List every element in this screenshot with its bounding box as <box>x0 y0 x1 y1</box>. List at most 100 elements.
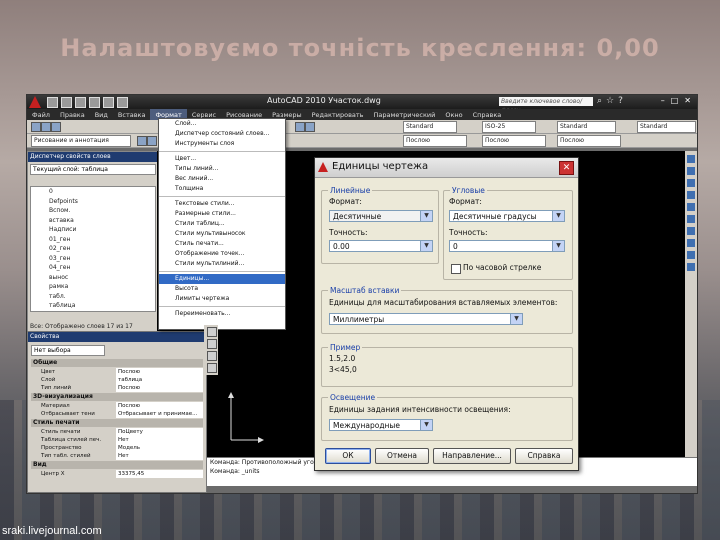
section-header[interactable]: Стиль печати <box>31 419 203 427</box>
menu-item-drawing-limits[interactable]: Лимиты чертежа <box>159 294 285 304</box>
layer-row[interactable]: 02_ген <box>31 244 155 254</box>
toolbar-icon[interactable] <box>207 339 217 349</box>
menu-window[interactable]: Окно <box>440 109 467 120</box>
layer-row[interactable]: табл. <box>31 292 155 302</box>
chevron-down-icon[interactable]: ▼ <box>420 241 432 251</box>
menu-item-layer-tools[interactable]: Инструменты слоя <box>159 139 285 149</box>
section-header[interactable]: Вид <box>31 461 203 469</box>
menu-item-point-style[interactable]: Отображение точек... <box>159 249 285 259</box>
toolbar-icon[interactable] <box>687 263 695 271</box>
open-icon[interactable] <box>61 97 72 108</box>
menu-item-rename[interactable]: Переименовать... <box>159 309 285 319</box>
property-row[interactable]: Отбрасывает тени Отбрасывает и принимае..… <box>31 410 203 418</box>
toolbar-icon[interactable] <box>207 327 217 337</box>
chevron-down-icon[interactable]: ▼ <box>510 314 522 324</box>
menu-item-mleader-styles[interactable]: Стили мультивыносок <box>159 229 285 239</box>
menu-item-thickness[interactable]: Толщина <box>159 184 285 194</box>
layer-row[interactable]: Defpoints <box>31 197 155 207</box>
toolbar-icon[interactable] <box>687 215 695 223</box>
plot-icon[interactable] <box>117 97 128 108</box>
text-style-select[interactable]: Standard <box>403 121 457 133</box>
redo-icon[interactable] <box>103 97 114 108</box>
star-icon[interactable]: ☆ <box>606 96 614 106</box>
search-input[interactable]: Введите ключевое слово/фразу <box>499 97 593 114</box>
chevron-down-icon[interactable]: ▼ <box>552 211 564 221</box>
menu-item-layer-states[interactable]: Диспетчер состояний слоев... <box>159 129 285 139</box>
lineweight-select[interactable]: Послою <box>557 135 621 147</box>
dialog-close-button[interactable]: ✕ <box>559 161 574 175</box>
layer-row[interactable]: 01_ген <box>31 235 155 245</box>
menu-item-plot-style[interactable]: Стиль печати... <box>159 239 285 249</box>
menu-item-color[interactable]: Цвет... <box>159 154 285 164</box>
layer-row[interactable]: 03_ген <box>31 254 155 264</box>
chevron-down-icon[interactable]: ▼ <box>552 241 564 251</box>
layer-row[interactable]: вынос <box>31 273 155 283</box>
angular-format-select[interactable]: Десятичные градусы ▼ <box>449 210 565 222</box>
menu-item-units[interactable]: Единицы... <box>159 274 285 284</box>
chevron-down-icon[interactable]: ▼ <box>420 420 432 430</box>
table-style-select[interactable]: Standard <box>557 121 616 133</box>
ok-button[interactable]: ОК <box>325 448 371 464</box>
section-header[interactable]: 3D-визуализация <box>31 393 203 401</box>
menu-item-lineweight[interactable]: Вес линий... <box>159 174 285 184</box>
autocad-logo-icon[interactable] <box>29 96 41 108</box>
section-header[interactable]: Общие <box>31 359 203 367</box>
undo-icon[interactable] <box>89 97 100 108</box>
menu-item-elevation[interactable]: Высота <box>159 284 285 294</box>
property-row[interactable]: Стиль печати ПоЦвету <box>31 428 203 436</box>
menu-item-dim-styles[interactable]: Размерные стили... <box>159 209 285 219</box>
menu-parametric[interactable]: Параметрический <box>369 109 441 120</box>
menu-edit[interactable]: Правка <box>55 109 90 120</box>
toolbar-icon[interactable] <box>687 203 695 211</box>
menu-item-table-styles[interactable]: Стили таблиц... <box>159 219 285 229</box>
cancel-button[interactable]: Отмена <box>375 448 429 464</box>
help-button[interactable]: Справка <box>515 448 573 464</box>
layer-row[interactable]: рамка <box>31 282 155 292</box>
insert-units-select[interactable]: Миллиметры ▼ <box>329 313 523 325</box>
property-row[interactable]: Пространство Модель <box>31 444 203 452</box>
toolbar-icon[interactable] <box>207 351 217 361</box>
toolbar-icon[interactable] <box>687 179 695 187</box>
toolbar-icon[interactable] <box>41 122 51 132</box>
toolbar-icon[interactable] <box>687 167 695 175</box>
toolbar-icon[interactable] <box>687 191 695 199</box>
toolbar-icon[interactable] <box>31 122 41 132</box>
property-row[interactable]: Центр X 33375,45 <box>31 470 203 478</box>
layer-row[interactable]: таблица <box>31 301 155 311</box>
angular-precision-select[interactable]: 0 ▼ <box>449 240 565 252</box>
layer-row[interactable]: Вспом. <box>31 206 155 216</box>
menu-item-linetype[interactable]: Типы линий... <box>159 164 285 174</box>
layer-row[interactable]: 04_ген <box>31 263 155 273</box>
maximize-icon[interactable]: □ <box>671 96 679 105</box>
color-select[interactable]: Послою <box>403 135 467 147</box>
toolbar-icon[interactable] <box>687 155 695 163</box>
menu-item-text-styles[interactable]: Текстовые стили... <box>159 199 285 209</box>
chevron-down-icon[interactable]: ▼ <box>420 211 432 221</box>
linear-precision-select[interactable]: 0.00 ▼ <box>329 240 433 252</box>
property-row[interactable]: Тип табл. стилей Нет <box>31 452 203 460</box>
toolbar-icon[interactable] <box>295 122 305 132</box>
direction-button[interactable]: Направление... <box>433 448 511 464</box>
lighting-units-select[interactable]: Международные ▼ <box>329 419 433 431</box>
property-row[interactable]: Материал Послою <box>31 402 203 410</box>
new-icon[interactable] <box>47 97 58 108</box>
toolbar-icon[interactable] <box>687 251 695 259</box>
menu-modify[interactable]: Редактировать <box>307 109 369 120</box>
toolbar-icon[interactable] <box>137 136 147 146</box>
save-icon[interactable] <box>75 97 86 108</box>
mleader-style-select[interactable]: Standard <box>637 121 696 133</box>
layer-row[interactable]: Надписи <box>31 225 155 235</box>
menu-view[interactable]: Вид <box>90 109 113 120</box>
toolbar-icon[interactable] <box>51 122 61 132</box>
menu-insert[interactable]: Вставка <box>113 109 151 120</box>
toolbar-icon[interactable] <box>147 136 157 146</box>
toolbar-icon[interactable] <box>687 227 695 235</box>
menu-item-layer[interactable]: Слой... <box>159 119 285 129</box>
close-icon[interactable]: ✕ <box>684 96 691 105</box>
menu-item-mline-styles[interactable]: Стили мультилиний... <box>159 259 285 269</box>
toolbar-icon[interactable] <box>687 239 695 247</box>
search-icon[interactable]: ⌕ <box>597 96 602 106</box>
minimize-icon[interactable]: – <box>661 96 665 105</box>
property-row[interactable]: Таблица стилей печ. Нет <box>31 436 203 444</box>
layer-row[interactable]: вставка <box>31 216 155 226</box>
